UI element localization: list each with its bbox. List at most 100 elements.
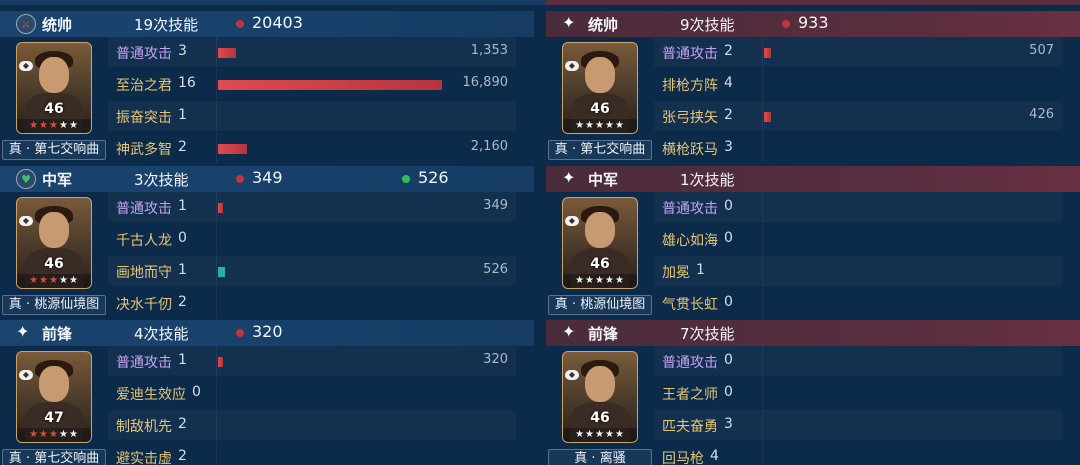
row-divider: [762, 346, 763, 376]
gear-tag: 真 · 桃源仙境图: [548, 295, 652, 315]
skill-name: 回马枪: [662, 451, 704, 465]
star-icon: ★: [604, 429, 615, 440]
row-divider: [216, 288, 217, 318]
star-rating: ★★★★★: [17, 428, 91, 442]
skill-row: 制敌机先 2: [108, 410, 516, 440]
general-portrait[interactable]: ◆ 46 ★★★★★: [562, 42, 638, 134]
skill-count: 7次技能: [680, 325, 735, 343]
skill-uses: 2: [178, 294, 187, 310]
portrait-face: [585, 212, 615, 248]
skill-uses: 1: [178, 107, 187, 123]
skill-name: 至治之君: [116, 78, 172, 94]
skill-name: 千古人龙: [116, 233, 172, 249]
star-icon: ★: [49, 120, 59, 131]
star-rating: ★★★★★: [563, 119, 637, 133]
general-portrait[interactable]: ◆ 46 ★★★★★: [562, 351, 638, 443]
general-panel: ✦ 中军 1次技能 ◆ 46 ★★★★★ 真 · 桃源仙境图 普通攻击 0 雄心如海 0 加冕 1 气贯长…: [546, 166, 1080, 320]
skill-row: 加冕 1: [654, 256, 1062, 286]
general-level: 46: [590, 101, 610, 117]
skill-row: 画地而守 1 526: [108, 256, 516, 286]
row-divider: [762, 288, 763, 318]
row-divider: [762, 133, 763, 163]
skill-name: 横枪跃马: [662, 142, 718, 158]
damage-bar: [764, 48, 771, 58]
skill-uses: 3: [724, 139, 733, 155]
skill-uses: 0: [192, 384, 201, 400]
skill-name: 普通攻击: [662, 201, 718, 217]
skill-uses: 4: [710, 448, 719, 464]
portrait-face: [39, 212, 69, 248]
skill-row: 普通攻击 0: [654, 192, 1062, 222]
heal-dot-icon: [402, 175, 410, 183]
skill-value: 2,160: [470, 139, 508, 154]
role-label: 统帅: [42, 16, 73, 34]
skill-value: 16,890: [462, 75, 509, 90]
skill-name: 普通攻击: [116, 201, 172, 217]
skill-count: 1次技能: [680, 171, 735, 189]
panel-header: ♥ 中军 3次技能 349 526: [0, 166, 534, 192]
row-divider: [762, 442, 763, 465]
star-icon: ★: [58, 275, 69, 286]
skill-row: 爱迪生效应 0: [108, 378, 516, 408]
general-portrait[interactable]: ◆ 46 ★★★★★: [16, 197, 92, 289]
skill-count: 4次技能: [134, 325, 189, 343]
general-portrait[interactable]: ◆ 46 ★★★★★: [562, 197, 638, 289]
general-panel: ✦ 前锋 7次技能 ◆ 46 ★★★★★ 真 · 离骚 普通攻击 0 王者之师 0 匹夫奋勇 3 回马枪 4: [546, 320, 1080, 465]
gear-tag: 真 · 第七交响曲: [2, 449, 106, 465]
skill-row: 排枪方阵 4: [654, 69, 1062, 99]
skill-name: 普通攻击: [662, 46, 718, 62]
skill-name: 雄心如海: [662, 233, 718, 249]
skill-value: 320: [483, 352, 508, 367]
row-divider: [762, 256, 763, 286]
skill-row: 王者之师 0: [654, 378, 1062, 408]
skill-name: 神武多智: [116, 142, 172, 158]
skill-value: 507: [1029, 43, 1054, 58]
skill-row: 神武多智 2 2,160: [108, 133, 516, 163]
row-divider: [216, 69, 217, 99]
damage-bar: [218, 144, 247, 154]
star-icon: ★: [604, 120, 615, 131]
heart-icon: ♥: [16, 169, 36, 189]
skill-name: 张弓挟矢: [662, 110, 718, 126]
skill-row: 普通攻击 2 507: [654, 37, 1062, 67]
skill-row: 普通攻击 1 349: [108, 192, 516, 222]
star-icon: ★: [595, 275, 605, 286]
skill-count: 3次技能: [134, 171, 189, 189]
skill-row: 千古人龙 0: [108, 224, 516, 254]
row-divider: [216, 378, 217, 408]
skill-name: 王者之师: [662, 387, 718, 403]
general-portrait[interactable]: ◆ 47 ★★★★★: [16, 351, 92, 443]
star-icon: ★: [68, 275, 79, 286]
star-icon: ★: [58, 429, 69, 440]
troop-badge-icon: ◆: [565, 370, 579, 380]
general-portrait[interactable]: ◆ 46 ★★★★★: [16, 42, 92, 134]
row-divider: [762, 101, 763, 131]
row-divider: [216, 346, 217, 376]
star-icon: ✦: [16, 322, 30, 341]
star-icon: ★: [604, 275, 615, 286]
skill-name: 决水千仞: [116, 297, 172, 313]
row-divider: [216, 410, 217, 440]
skill-row: 张弓挟矢 2 426: [654, 101, 1062, 131]
skill-uses: 0: [724, 198, 733, 214]
damage-dot-icon: [236, 175, 244, 183]
skill-count: 9次技能: [680, 16, 735, 34]
skill-uses: 0: [724, 384, 733, 400]
skill-name: 排枪方阵: [662, 78, 718, 94]
skill-name: 制敌机先: [116, 419, 172, 435]
row-divider: [762, 192, 763, 222]
damage-bar: [764, 112, 771, 122]
skill-uses: 2: [178, 139, 187, 155]
row-divider: [762, 69, 763, 99]
skill-name: 画地而守: [116, 265, 172, 281]
star-icon: ★: [614, 120, 625, 131]
skill-row: 至治之君 16 16,890: [108, 69, 516, 99]
skill-uses: 0: [724, 230, 733, 246]
star-icon: ★: [585, 429, 596, 440]
row-divider: [762, 37, 763, 67]
general-level: 46: [44, 256, 64, 272]
skill-uses: 4: [724, 75, 733, 91]
general-panel: ✦ 统帅 9次技能 933 ◆ 46 ★★★★★ 真 · 第七交响曲 普通攻击 2 507 排枪方阵 4…: [546, 11, 1080, 165]
row-divider: [216, 37, 217, 67]
skill-value: 349: [483, 198, 508, 213]
